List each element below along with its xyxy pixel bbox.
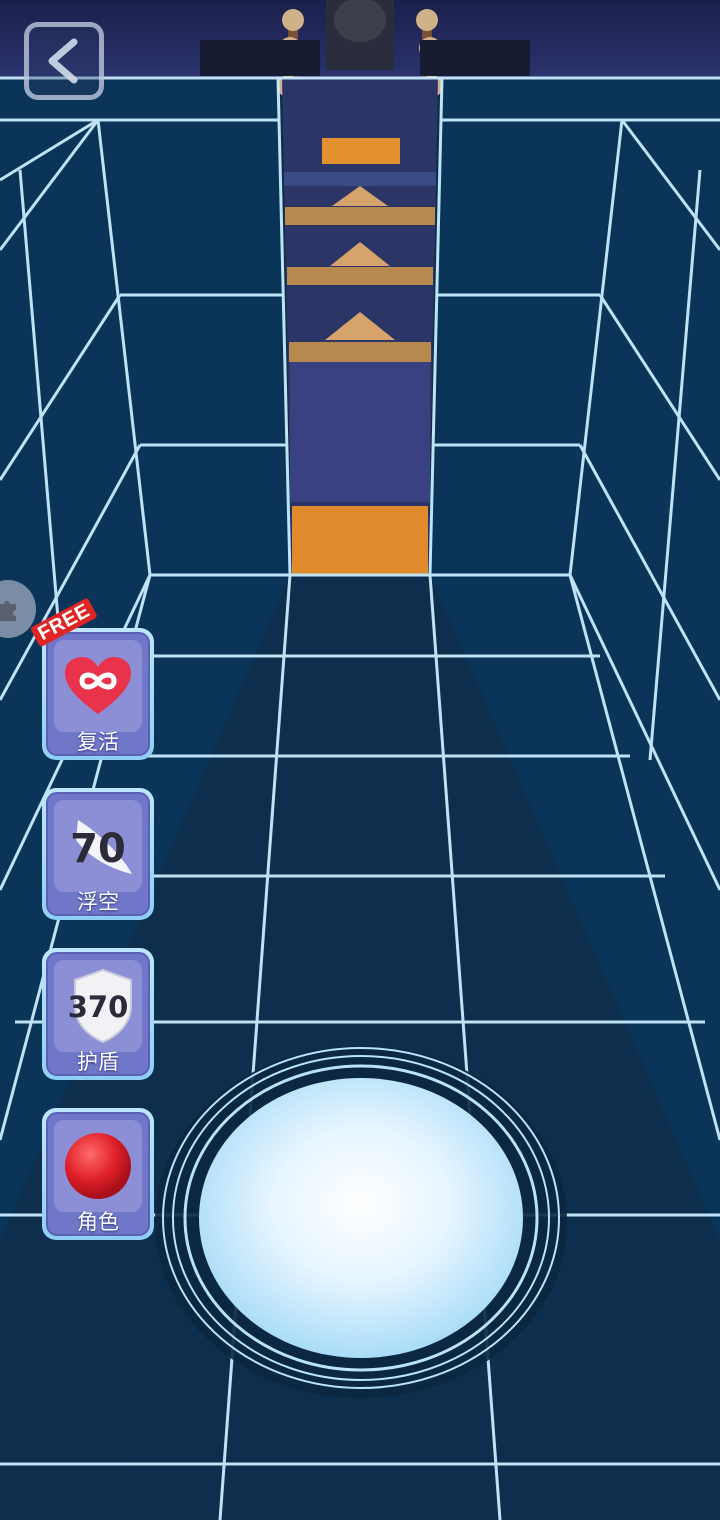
puzzle-icon [0,601,16,621]
powerup-shield-label: 护盾 [77,1050,119,1074]
powerup-float-label: 浮空 [77,890,119,914]
chevron-left-icon [48,38,78,84]
glowing-orb-button [155,1046,567,1398]
jump-button[interactable] [152,1032,570,1404]
powerup-revive[interactable]: 复活 [42,628,154,760]
infinite-heart-icon [65,657,131,714]
red-ball-icon [65,1133,131,1199]
back-button[interactable] [24,22,104,100]
powerup-character[interactable]: 角色 [42,1108,154,1240]
powerup-revive-label: 复活 [77,730,119,754]
powerup-shield[interactable]: 370 护盾 [42,948,154,1080]
powerup-character-label: 角色 [77,1210,119,1234]
shield-count: 370 [67,990,129,1024]
powerup-float[interactable]: 70 浮空 [42,788,154,920]
float-count: 70 [70,826,126,872]
